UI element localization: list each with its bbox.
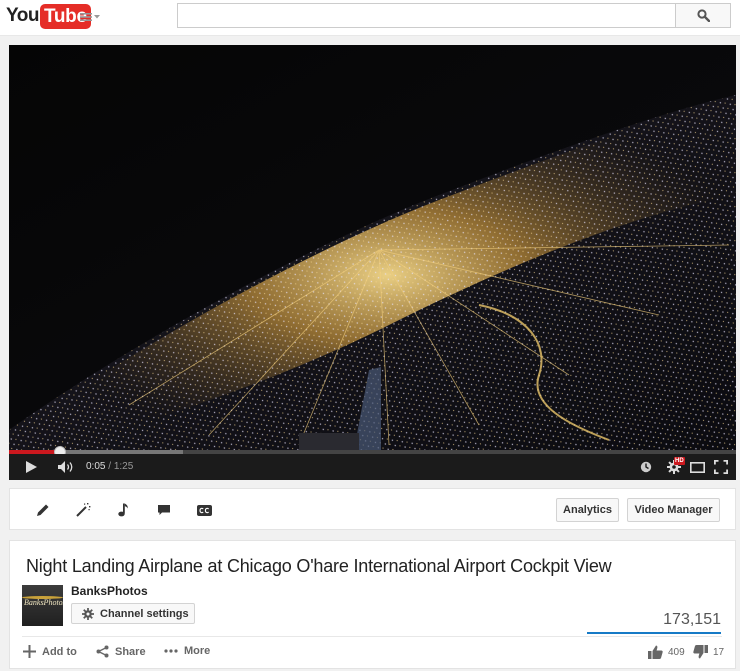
more-label: More [184, 645, 211, 657]
watch-later-button[interactable] [639, 460, 653, 474]
analytics-button[interactable]: Analytics [556, 498, 619, 522]
divider [22, 636, 722, 637]
annotations-button[interactable] [155, 501, 173, 519]
magic-wand-icon [76, 503, 91, 517]
theater-mode-button[interactable] [689, 459, 705, 475]
theater-icon [689, 461, 705, 473]
music-note-icon [118, 503, 128, 517]
edit-video-button[interactable] [34, 501, 52, 519]
video-player[interactable]: 0:05 / 1:25 HD [9, 45, 736, 480]
gear-icon [82, 607, 94, 620]
play-icon [25, 461, 37, 473]
more-button[interactable]: More [164, 645, 210, 657]
fullscreen-button[interactable] [713, 459, 729, 475]
player-controls: 0:05 / 1:25 HD [9, 454, 736, 480]
audio-button[interactable] [114, 501, 132, 519]
current-time: 0:05 [86, 461, 106, 472]
add-to-button[interactable]: Add to [23, 645, 77, 658]
creator-toolbar: Analytics Video Manager [9, 488, 736, 530]
more-dots-icon [164, 649, 178, 653]
view-count-bar [587, 632, 721, 634]
pencil-icon [37, 504, 49, 516]
share-button[interactable]: Share [96, 645, 146, 658]
search-input[interactable] [177, 3, 676, 28]
masthead: You Tube [0, 0, 740, 36]
volume-button[interactable] [57, 459, 77, 475]
comment-icon [158, 505, 170, 515]
share-label: Share [115, 645, 146, 658]
channel-avatar[interactable]: BanksPhotos [22, 585, 63, 626]
watch-later-icon [640, 461, 652, 473]
dislike-count: 17 [713, 646, 725, 658]
settings-button[interactable]: HD [664, 457, 685, 476]
youtube-logo[interactable]: You Tube [6, 3, 91, 29]
channel-settings-label: Channel settings [100, 607, 189, 620]
cc-icon [196, 504, 212, 516]
video-frame[interactable] [9, 45, 736, 450]
thumbs-up-icon [648, 645, 663, 659]
video-manager-button[interactable]: Video Manager [627, 498, 720, 522]
duration: 1:25 [113, 461, 134, 472]
time-display: 0:05 / 1:25 [86, 461, 133, 472]
fullscreen-icon [714, 460, 728, 474]
video-info-card: Night Landing Airplane at Chicago O'hare… [9, 540, 736, 669]
dislike-button[interactable]: 17 [693, 645, 724, 659]
guide-menu-button[interactable] [80, 9, 104, 25]
like-button[interactable]: 409 [648, 645, 685, 659]
time-separator: / [108, 461, 112, 472]
captions-button[interactable] [195, 501, 213, 519]
search-icon [696, 9, 710, 22]
add-to-label: Add to [42, 645, 77, 658]
enhancements-button[interactable] [74, 501, 92, 519]
volume-icon [58, 461, 73, 473]
channel-name[interactable]: BanksPhotos [71, 584, 148, 598]
share-icon [96, 645, 109, 658]
hd-badge: HD [674, 457, 685, 465]
plus-icon [23, 645, 36, 658]
play-button[interactable] [23, 459, 39, 475]
thumbs-down-icon [693, 645, 708, 659]
channel-settings-button[interactable]: Channel settings [71, 603, 195, 624]
view-count: 173,151 [663, 611, 721, 628]
chevron-down-icon [94, 15, 100, 19]
avatar-logo-text: BanksPhotos [24, 598, 63, 607]
like-count: 409 [668, 646, 685, 658]
hamburger-icon [80, 13, 92, 21]
video-title: Night Landing Airplane at Chicago O'hare… [26, 556, 612, 576]
search-button[interactable] [675, 3, 731, 28]
logo-you-text: You [6, 5, 39, 26]
